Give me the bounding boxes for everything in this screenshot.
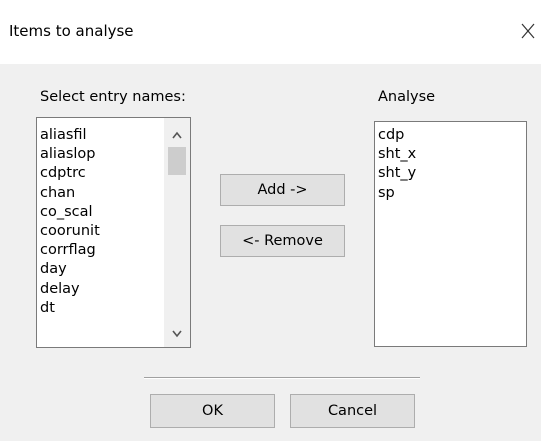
window-title: Items to analyse <box>9 22 134 40</box>
list-item[interactable]: coorunit <box>37 222 165 241</box>
list-item[interactable]: aliasfil <box>37 126 165 145</box>
list-item[interactable]: dt <box>37 299 165 318</box>
title-bar: Items to analyse <box>0 0 541 64</box>
entry-names-listbox[interactable]: aliasfil aliaslop cdptrc chan co_scal co… <box>36 117 191 348</box>
list-item[interactable]: chan <box>37 184 165 203</box>
list-item[interactable]: sht_x <box>375 145 526 164</box>
add-button[interactable]: Add -> <box>220 174 345 206</box>
scroll-down-button[interactable] <box>164 325 190 343</box>
divider <box>144 377 420 379</box>
list-item[interactable]: day <box>37 260 165 279</box>
list-item[interactable]: cdp <box>375 126 526 145</box>
analyse-listbox[interactable]: cdp sht_x sht_y sp <box>374 121 527 347</box>
scroll-up-button[interactable] <box>164 126 190 144</box>
list-item[interactable]: corrflag <box>37 241 165 260</box>
list-item[interactable]: co_scal <box>37 203 165 222</box>
ok-button[interactable]: OK <box>150 394 275 428</box>
scroll-thumb[interactable] <box>168 147 186 175</box>
vertical-scrollbar[interactable] <box>164 118 190 347</box>
list-item[interactable]: aliaslop <box>37 145 165 164</box>
remove-button[interactable]: <- Remove <box>220 225 345 257</box>
list-item[interactable]: delay <box>37 280 165 299</box>
chevron-down-icon <box>172 330 182 338</box>
chevron-up-icon <box>172 131 182 139</box>
close-button[interactable] <box>518 20 538 42</box>
select-entry-names-label: Select entry names: <box>40 89 186 105</box>
cancel-button[interactable]: Cancel <box>290 394 415 428</box>
analyse-label: Analyse <box>378 89 436 105</box>
close-icon <box>521 23 535 39</box>
list-item[interactable]: cdptrc <box>37 164 165 183</box>
list-item[interactable]: sp <box>375 184 526 203</box>
list-item[interactable]: sht_y <box>375 164 526 183</box>
